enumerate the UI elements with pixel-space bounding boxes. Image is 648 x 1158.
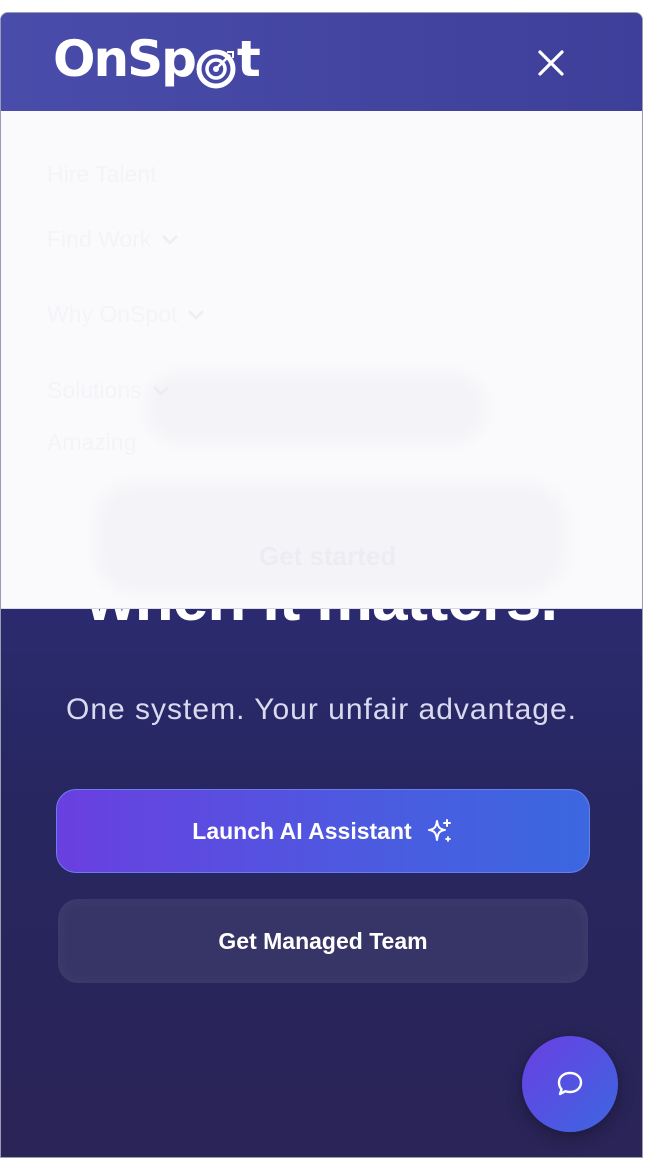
menu-ghost-shape-2 bbox=[96, 483, 566, 593]
secondary-button-label: Get Managed Team bbox=[218, 927, 428, 954]
menu-item-label: Find Work bbox=[47, 226, 152, 252]
logo-text-on: On bbox=[53, 30, 129, 88]
menu-item-label: Why OnSpot bbox=[47, 301, 178, 327]
menu-item-hire-talent[interactable]: Hire Talent bbox=[47, 161, 157, 188]
logo-text-t: t bbox=[236, 30, 261, 88]
logo-text-sp: Sp bbox=[127, 30, 197, 88]
launch-ai-assistant-button[interactable]: Launch AI Assistant bbox=[56, 789, 590, 873]
sparkles-icon bbox=[427, 819, 451, 842]
app-frame: On Sp t when it matters. bbox=[0, 12, 643, 1158]
menu-overlap-text: Amazing bbox=[47, 429, 136, 456]
chevron-down-icon bbox=[162, 234, 179, 245]
menu-item-label: Solutions bbox=[47, 377, 142, 403]
get-managed-team-button[interactable]: Get Managed Team bbox=[58, 899, 588, 983]
overlapped-hero-word: Amazing bbox=[47, 429, 137, 455]
menu-item-label: Hire Talent bbox=[47, 161, 157, 187]
close-icon bbox=[538, 50, 564, 76]
menu-item-solutions[interactable]: Solutions bbox=[47, 377, 170, 404]
chat-button[interactable] bbox=[522, 1036, 618, 1132]
menu-ghost-shape bbox=[146, 373, 486, 443]
site-header: On Sp t bbox=[1, 13, 642, 112]
menu-item-why-onspot[interactable]: Why OnSpot bbox=[47, 301, 205, 328]
chevron-down-icon bbox=[188, 309, 205, 320]
onspot-logo[interactable]: On Sp t bbox=[53, 27, 261, 91]
primary-button-label: Launch AI Assistant bbox=[192, 817, 412, 844]
mobile-menu-panel: Hire Talent Find Work Why OnSpot Solutio… bbox=[1, 111, 642, 609]
chat-bubble-icon bbox=[557, 1071, 583, 1096]
target-icon bbox=[196, 43, 236, 89]
hero-subtitle: One system. Your unfair advantage. bbox=[66, 693, 577, 726]
menu-item-find-work[interactable]: Find Work bbox=[47, 226, 179, 253]
close-menu-button[interactable] bbox=[531, 43, 571, 83]
chevron-down-icon bbox=[152, 385, 169, 396]
overlapped-cta-text: Get started bbox=[259, 541, 397, 571]
